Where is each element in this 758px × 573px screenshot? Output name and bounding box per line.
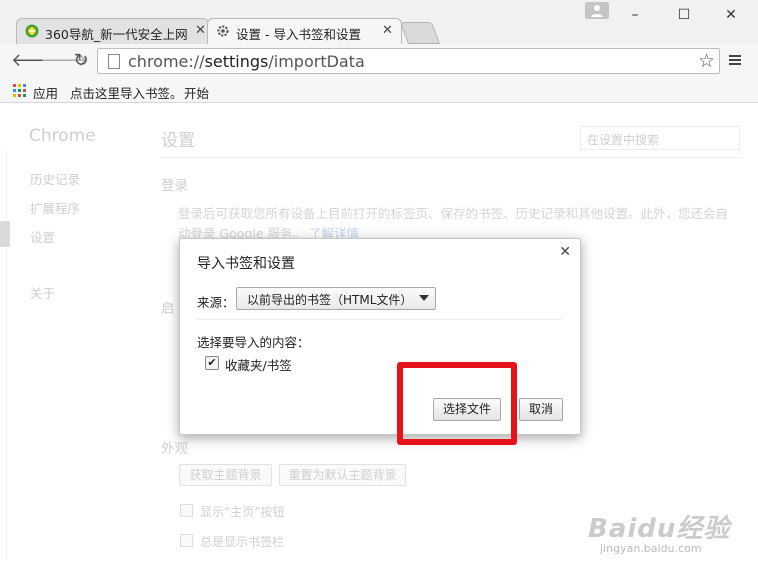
minimize-icon[interactable]: – [624, 6, 646, 24]
sidebar-item-history[interactable]: 历史记录 [30, 169, 80, 188]
close-icon[interactable]: ✕ [559, 244, 571, 260]
divider [197, 319, 562, 320]
cancel-button[interactable]: 取消 [519, 398, 563, 421]
source-select[interactable]: 以前导出的书签（HTML文件） [236, 287, 436, 310]
settings-search-input[interactable]: 在设置中搜索 [580, 126, 740, 150]
address-bar[interactable]: chrome://settings/importData ☆ [97, 48, 720, 74]
window-close-icon[interactable]: ✕ [720, 6, 742, 24]
sidebar-item-settings[interactable]: 设置 [30, 227, 55, 246]
section-title-login: 登录 [161, 178, 188, 194]
reset-theme-button[interactable]: 重置为默认主题背景 [279, 464, 406, 486]
360-logo-icon [25, 24, 39, 38]
bookmark-start[interactable]: 开始 [184, 83, 209, 102]
gear-icon [216, 24, 230, 38]
forward-arrow-icon[interactable]: 🡒 [40, 50, 88, 72]
always-show-bookmarks-label: 总是显示书签栏 [200, 535, 285, 549]
sidebar-title: Chrome [29, 126, 96, 146]
tab-title: 设置 - 导入书签和设置 [236, 27, 361, 42]
bookmarks-bar: 应用 点击这里导入书签。 开始 [0, 80, 758, 103]
divider [6, 150, 7, 560]
apps-grid-icon[interactable] [13, 84, 27, 98]
profile-icon[interactable] [585, 2, 609, 19]
menu-icon[interactable] [728, 53, 742, 67]
show-home-checkbox[interactable] [180, 504, 193, 517]
watermark-text: Baidu经验 [588, 514, 731, 544]
get-theme-button[interactable]: 获取主题背景 [179, 464, 272, 486]
content-label: 选择要导入的内容： [197, 335, 310, 350]
bookmark-apps[interactable]: 应用 [33, 83, 58, 102]
sidebar-selected-indicator [0, 221, 10, 247]
maximize-icon[interactable]: ☐ [673, 6, 695, 24]
tab-360-navigation[interactable]: 360导航_新一代安全上网 ✕ [16, 18, 209, 44]
import-dialog: 导入书签和设置 ✕ 来源： 以前导出的书签（HTML文件） 选择要导入的内容： … [179, 238, 581, 435]
section-title-startup: 启 [161, 301, 175, 317]
watermark-sub: jingyan.baidu.com [600, 542, 702, 555]
tab-title: 360导航_新一代安全上网 [45, 27, 188, 42]
always-show-bookmarks-checkbox[interactable] [180, 534, 193, 547]
close-icon[interactable]: ✕ [193, 23, 206, 38]
dialog-title: 导入书签和设置 [197, 256, 295, 272]
page-icon [108, 54, 120, 69]
sidebar-item-about[interactable]: 关于 [30, 283, 55, 302]
url-text: chrome://settings/importData [128, 52, 365, 71]
back-arrow-icon[interactable]: 🡐 [11, 50, 59, 72]
page-title: 设置 [161, 131, 195, 151]
toolbar: 🡐 🡒 ↻ chrome://settings/importData ☆ [0, 44, 758, 81]
source-label: 来源： [197, 295, 235, 310]
sidebar-item-extensions[interactable]: 扩展程序 [30, 198, 80, 217]
bookmarks-option-label: 收藏夹/书签 [225, 358, 292, 373]
close-icon[interactable]: ✕ [382, 23, 393, 38]
reload-icon[interactable]: ↻ [70, 50, 92, 72]
highlight-box [397, 362, 517, 445]
bookmark-star-icon[interactable]: ☆ [698, 50, 715, 72]
bookmarks-checkbox[interactable]: ✔ [205, 356, 219, 370]
divider [161, 157, 741, 158]
section-title-appearance: 外观 [161, 441, 188, 457]
show-home-label: 显示“主页”按钮 [200, 505, 285, 519]
bookmark-import-link[interactable]: 点击这里导入书签。 [70, 83, 183, 102]
baidu-watermark: Baidu经验 jingyan.baidu.com [578, 500, 748, 560]
chevron-down-icon [419, 295, 429, 301]
tab-settings-import[interactable]: 设置 - 导入书签和设置 ✕ [207, 18, 402, 44]
